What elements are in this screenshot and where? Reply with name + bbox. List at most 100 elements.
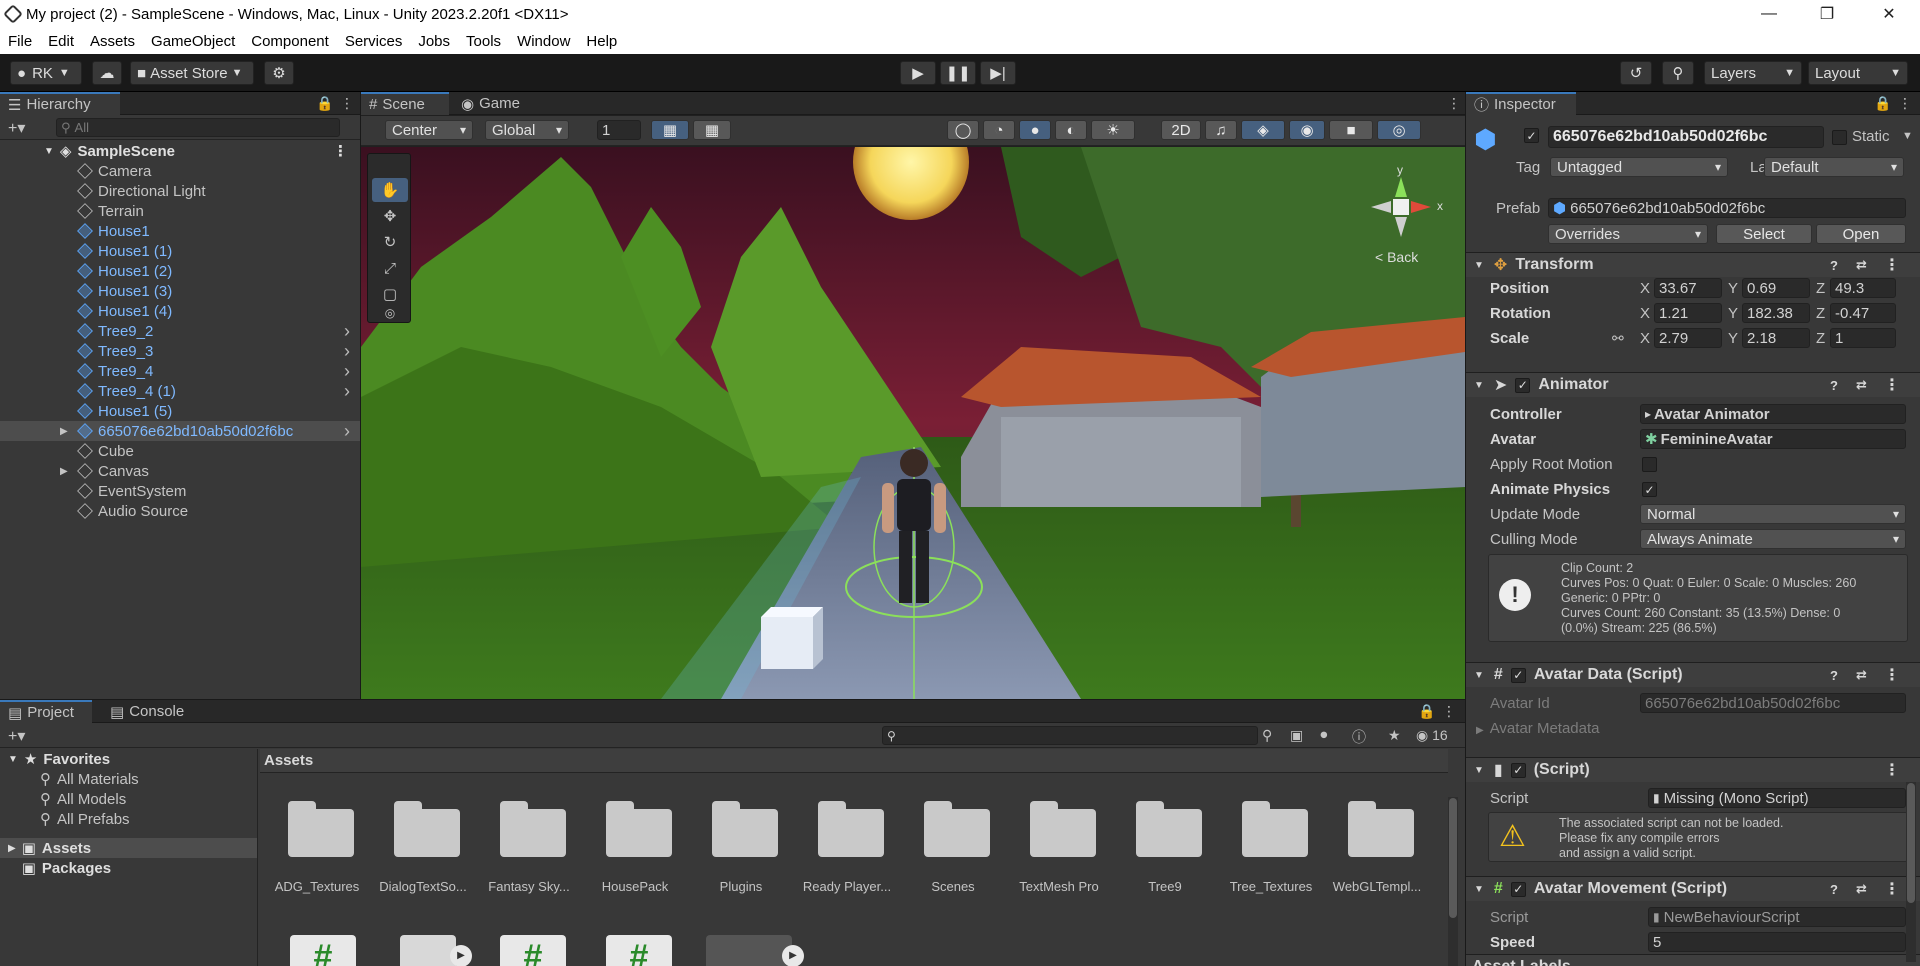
draw-mode-shaded-wire-button[interactable]: ◔ bbox=[983, 120, 1015, 140]
speed-field[interactable]: 5 bbox=[1648, 932, 1906, 952]
favorite-item[interactable]: ⚲ All Prefabs bbox=[0, 809, 257, 829]
animator-header[interactable]: ▼ ➤ ✓ Animator ? ⇄ ⋮ bbox=[1466, 372, 1920, 397]
avatar-metadata-foldout[interactable]: ▶ Avatar Metadata bbox=[1476, 720, 1600, 737]
grid-snap-button[interactable]: ▦ bbox=[651, 120, 689, 140]
layer-dropdown[interactable]: Default bbox=[1764, 157, 1904, 177]
more-options-icon[interactable]: ⋮ bbox=[333, 142, 348, 160]
space-dropdown[interactable]: Global bbox=[485, 120, 569, 140]
folder-label[interactable]: ADG_Textures bbox=[264, 879, 370, 894]
help-icon[interactable]: ? bbox=[1830, 882, 1838, 897]
draw-mode-unlit-button[interactable]: ◐ bbox=[1055, 120, 1087, 140]
hierarchy-item[interactable]: Camera bbox=[0, 161, 360, 181]
hierarchy-item[interactable]: House1 (4) bbox=[0, 301, 360, 321]
constrain-proportions-icon[interactable]: ⚯ bbox=[1612, 330, 1624, 347]
menu-jobs[interactable]: Jobs bbox=[410, 33, 458, 50]
menu-assets[interactable]: Assets bbox=[82, 33, 143, 50]
grid-size-field[interactable]: 1 bbox=[597, 120, 641, 140]
folder-icon[interactable] bbox=[1026, 797, 1096, 857]
avatar-movement-enabled-checkbox[interactable]: ✓ bbox=[1510, 881, 1526, 897]
more-options-icon[interactable]: ⋮ bbox=[1898, 95, 1912, 112]
layers-dropdown[interactable]: Layers ▼ bbox=[1704, 61, 1802, 85]
open-prefab-chevron-icon[interactable]: › bbox=[344, 361, 350, 382]
orientation-gizmo[interactable]: y x < Back bbox=[1351, 163, 1451, 277]
tag-dropdown[interactable]: Untagged bbox=[1550, 157, 1728, 177]
prefab-asset-icon[interactable] bbox=[706, 935, 792, 966]
asset-labels-header[interactable]: Asset Labels bbox=[1466, 954, 1920, 966]
help-icon[interactable]: ? bbox=[1830, 668, 1838, 683]
transform-scale-x-field[interactable]: 2.79 bbox=[1654, 328, 1722, 348]
prefab-asset-field[interactable]: ⬢ 665076e62bd10ab50d02f6bc bbox=[1548, 198, 1906, 218]
script-asset-icon[interactable]: # bbox=[500, 935, 566, 966]
more-options-icon[interactable]: ⋮ bbox=[1884, 760, 1900, 780]
search-filter-icon[interactable]: ⚲ bbox=[1262, 727, 1272, 744]
play-button[interactable]: ▶ bbox=[900, 61, 936, 85]
tab-scene[interactable]: # Scene bbox=[361, 92, 449, 115]
script-asset-icon[interactable]: # bbox=[606, 935, 672, 966]
missing-script-enabled-checkbox[interactable]: ✓ bbox=[1510, 762, 1526, 778]
scene-visibility-button[interactable]: ◉ bbox=[1289, 120, 1325, 140]
scene-row[interactable]: ▼ ◈ SampleScene ⋮ bbox=[0, 141, 360, 161]
folder-label[interactable]: Plugins bbox=[688, 879, 794, 894]
add-icon[interactable]: +▾ bbox=[8, 118, 25, 138]
draw-mode-shaded-button[interactable]: ● bbox=[1019, 120, 1051, 140]
menu-help[interactable]: Help bbox=[578, 33, 625, 50]
help-icon[interactable]: ? bbox=[1830, 258, 1838, 273]
lock-icon[interactable]: 🔒 bbox=[316, 95, 333, 112]
culling-mode-dropdown[interactable]: Always Animate bbox=[1640, 529, 1906, 549]
transform-tool-button[interactable]: ◎ bbox=[372, 304, 408, 322]
layout-dropdown[interactable]: Layout ▼ bbox=[1808, 61, 1908, 85]
animate-physics-checkbox[interactable]: ✓ bbox=[1642, 482, 1657, 497]
folder-icon[interactable] bbox=[1238, 797, 1308, 857]
more-options-icon[interactable]: ⋮ bbox=[340, 95, 354, 112]
more-options-icon[interactable]: ⋮ bbox=[1884, 375, 1900, 395]
menu-component[interactable]: Component bbox=[243, 33, 337, 50]
expand-arrow-icon[interactable]: ▶ bbox=[60, 426, 68, 437]
hierarchy-item[interactable]: ▶ Canvas bbox=[0, 461, 360, 481]
folder-icon[interactable] bbox=[814, 797, 884, 857]
project-scrollbar[interactable] bbox=[1448, 797, 1458, 966]
object-name-field[interactable]: 665076e62bd10ab50d02f6bc bbox=[1548, 126, 1824, 148]
folder-icon[interactable] bbox=[284, 797, 354, 857]
shader-asset-icon[interactable] bbox=[400, 935, 456, 966]
folder-label[interactable]: Ready Player... bbox=[794, 879, 900, 894]
preset-icon[interactable]: ⇄ bbox=[1856, 257, 1867, 273]
transform-rotation-z-field[interactable]: -0.47 bbox=[1830, 303, 1896, 323]
tab-hierarchy[interactable]: ☰ Hierarchy bbox=[0, 92, 120, 115]
hand-tool-button[interactable]: ✋ bbox=[372, 178, 408, 202]
hierarchy-item[interactable]: ▶ 665076e62bd10ab50d02f6bc › bbox=[0, 421, 360, 441]
step-button[interactable]: ▶| bbox=[980, 61, 1016, 85]
tab-console[interactable]: ▤ Console bbox=[102, 700, 198, 723]
hierarchy-search-input[interactable]: ⚲ All bbox=[56, 118, 340, 137]
open-prefab-chevron-icon[interactable]: › bbox=[344, 421, 350, 442]
folder-label[interactable]: DialogTextSo... bbox=[370, 879, 476, 894]
pivot-dropdown[interactable]: Center bbox=[385, 120, 473, 140]
tab-game[interactable]: ◉ Game bbox=[453, 92, 533, 115]
hidden-count-badge[interactable]: ◉ 16 bbox=[1416, 727, 1448, 744]
cloud-button[interactable]: ☁ bbox=[92, 61, 122, 85]
close-button[interactable]: ✕ bbox=[1860, 0, 1918, 28]
minimize-button[interactable]: — bbox=[1740, 0, 1798, 28]
menu-gameobject[interactable]: GameObject bbox=[143, 33, 243, 50]
rotate-tool-button[interactable]: ↻ bbox=[372, 230, 408, 254]
menu-edit[interactable]: Edit bbox=[40, 33, 82, 50]
inspector-scrollbar[interactable] bbox=[1906, 782, 1916, 962]
undo-history-button[interactable]: ↺ bbox=[1620, 61, 1652, 85]
hierarchy-item[interactable]: Audio Source bbox=[0, 501, 360, 521]
transform-position-x-field[interactable]: 33.67 bbox=[1654, 278, 1722, 298]
more-options-icon[interactable]: ⋮ bbox=[1884, 879, 1900, 899]
add-icon[interactable]: +▾ bbox=[8, 726, 25, 746]
audio-toggle-button[interactable]: ♫ bbox=[1205, 120, 1237, 140]
cube-object[interactable] bbox=[761, 607, 823, 669]
lock-icon[interactable]: 🔒 bbox=[1418, 703, 1435, 720]
hierarchy-item[interactable]: Tree9_3 › bbox=[0, 341, 360, 361]
folder-icon[interactable] bbox=[390, 797, 460, 857]
label-filter-icon[interactable]: ⚫ bbox=[1318, 727, 1330, 744]
scale-tool-button[interactable]: ⤢ bbox=[372, 256, 408, 280]
menu-tools[interactable]: Tools bbox=[458, 33, 509, 50]
folder-icon[interactable] bbox=[920, 797, 990, 857]
assets-root-row[interactable]: ▶ ▣ Assets bbox=[0, 838, 257, 858]
folder-label[interactable]: Tree9 bbox=[1112, 879, 1218, 894]
open-prefab-chevron-icon[interactable]: › bbox=[344, 321, 350, 342]
lock-icon[interactable]: 🔒 bbox=[1874, 95, 1891, 112]
controller-field[interactable]: ▸ Avatar Animator bbox=[1640, 404, 1906, 424]
